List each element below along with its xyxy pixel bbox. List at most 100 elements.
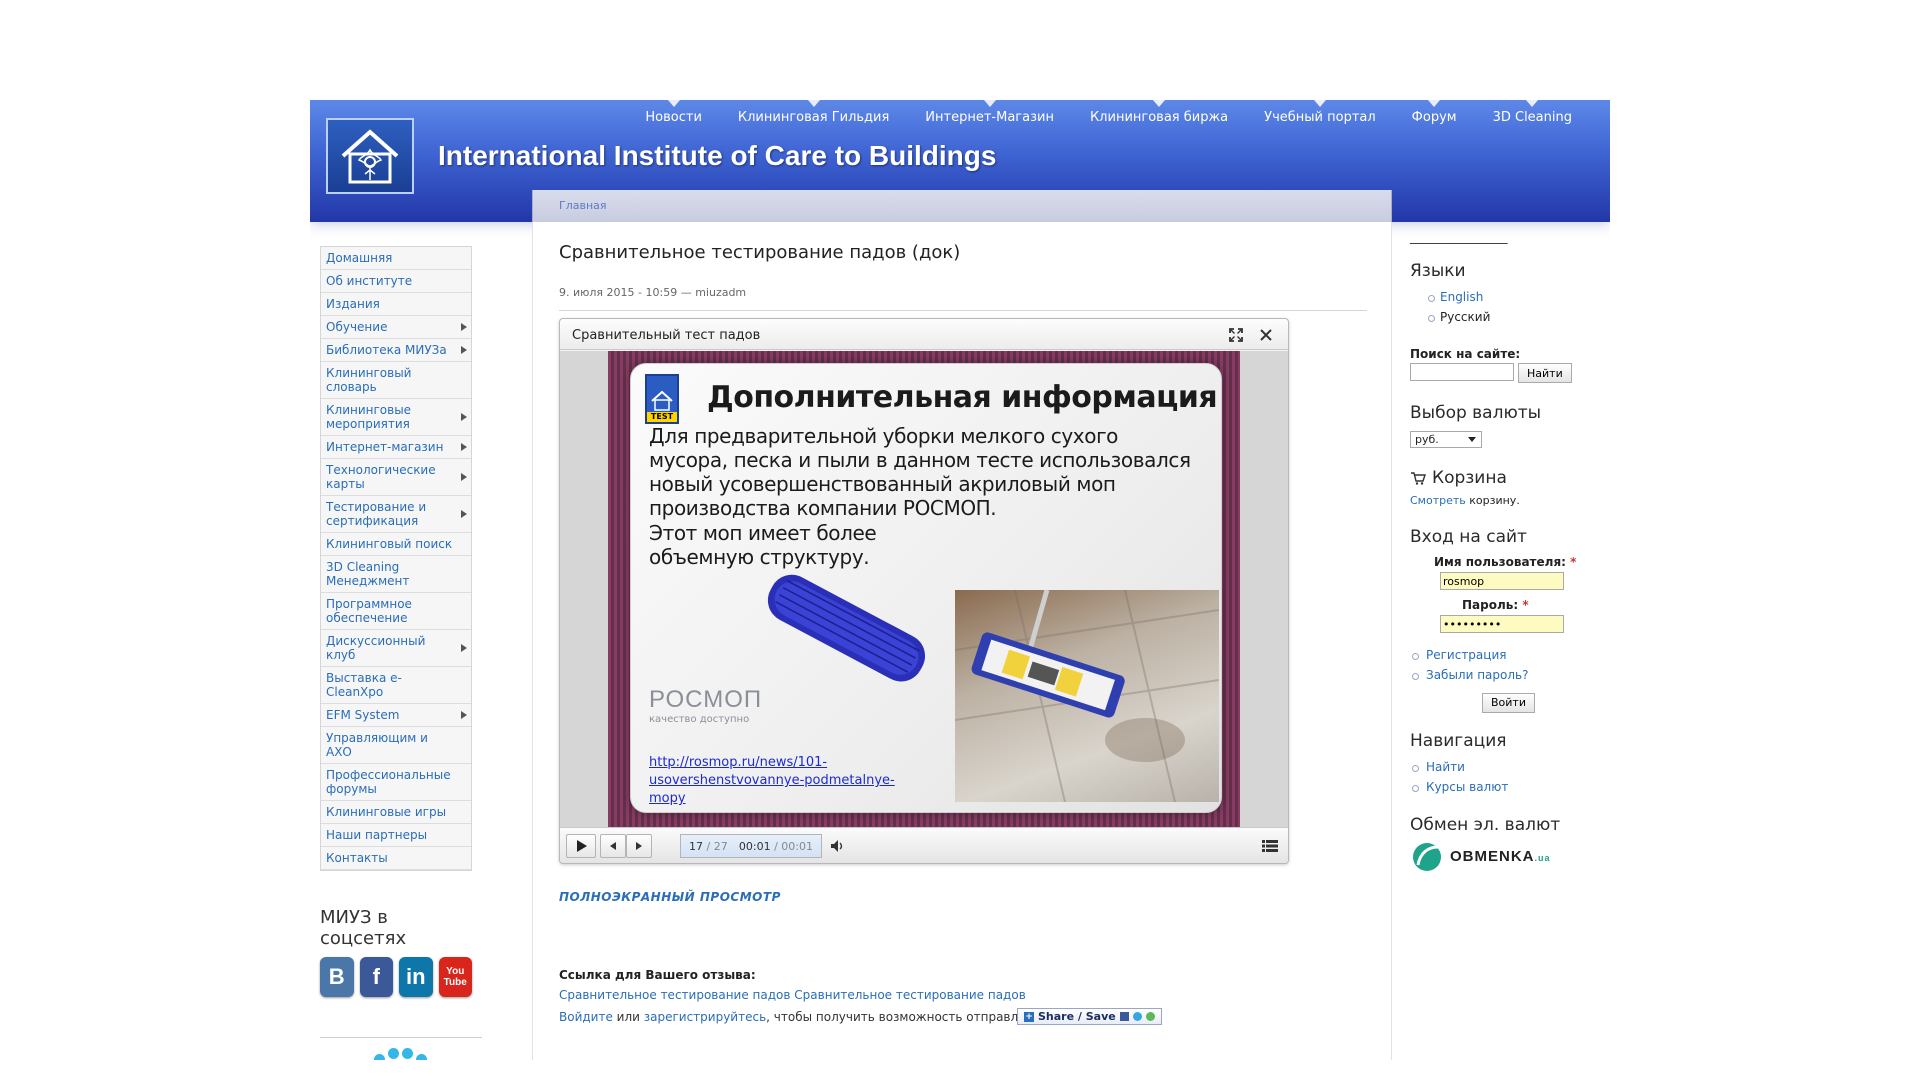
slide-brand: РОСМОП	[649, 686, 763, 713]
login-button[interactable]: Войти	[1482, 692, 1535, 713]
breadcrumb-home[interactable]: Главная	[559, 199, 607, 212]
slide-link-line1[interactable]: http://rosmop.ru/news/101-	[649, 754, 909, 772]
nav-rates-item[interactable]: Курсы валют	[1410, 777, 1610, 797]
currency-select[interactable]: руб.	[1410, 431, 1482, 448]
slide-brand-sub: качество доступно	[649, 714, 750, 725]
search-label: Поиск на сайте:	[1410, 347, 1521, 361]
sidebar-item[interactable]: Домашняя	[321, 247, 471, 270]
sidebar-item[interactable]: Библиотека МИУЗа	[321, 339, 471, 362]
sidebar-item[interactable]: Контакты	[321, 847, 471, 870]
language-russian-label: Русский	[1440, 310, 1491, 324]
linkedin-icon[interactable]: in	[399, 957, 433, 997]
nav-rates-link[interactable]: Курсы валют	[1426, 780, 1508, 794]
sidebar-item[interactable]: Профессиональные форумы	[321, 764, 471, 801]
register-link[interactable]: зарегистрируйтесь	[644, 1010, 766, 1024]
prev-slide-button[interactable]	[600, 834, 626, 858]
forgot-password-link[interactable]: Забыли пароль?	[1426, 668, 1528, 682]
topnav-forum[interactable]: Форум	[1394, 100, 1475, 130]
volume-icon[interactable]	[830, 839, 846, 853]
search-input[interactable]	[1410, 363, 1514, 381]
topnav-shop[interactable]: Интернет-Магазин	[907, 100, 1072, 130]
sidebar-item[interactable]: Программное обеспечение	[321, 593, 471, 630]
sidebar-item-label: Об институте	[326, 274, 413, 288]
cart-view-link[interactable]: Смотреть	[1410, 494, 1466, 507]
topnav-portal[interactable]: Учебный портал	[1246, 100, 1394, 130]
expand-icon[interactable]	[1228, 327, 1244, 343]
topnav-news[interactable]: Новости	[627, 100, 720, 130]
sidebar-item-label: Издания	[326, 297, 380, 311]
sidebar-item[interactable]: Управляющим и АХО	[321, 727, 471, 764]
sidebar-item[interactable]: Выставка e-CleanXpo	[321, 667, 471, 704]
slide-logo-tag: TEST	[647, 412, 677, 422]
left-sidebar: Домашняя Об институте Издания Обучение Библи…	[320, 246, 482, 1060]
search-button[interactable]: Найти	[1518, 363, 1572, 383]
languages-list: English Русский	[1410, 287, 1610, 327]
feedback-links: Сравнительное тестирование падов Сравнит…	[559, 988, 1026, 1002]
sidebar-item[interactable]: Об институте	[321, 270, 471, 293]
chevron-right-icon	[461, 323, 467, 331]
slide-total: / 27	[706, 840, 728, 853]
nav-search-link[interactable]: Найти	[1426, 760, 1465, 774]
vk-icon[interactable]: B	[320, 957, 354, 997]
password-input[interactable]	[1440, 615, 1564, 633]
youtube-icon-glyph: You Tube	[443, 966, 467, 988]
slide-counter: 17 / 27	[689, 840, 728, 853]
login-links: Регистрация Забыли пароль?	[1410, 645, 1610, 685]
sidebar-item-label: 3D Cleaning Менеджмент	[326, 560, 410, 588]
language-english-link[interactable]: English	[1440, 290, 1483, 304]
language-english[interactable]: English	[1410, 287, 1610, 307]
feedback-link[interactable]: Сравнительное тестирование падов	[794, 988, 1025, 1002]
slide-link[interactable]: http://rosmop.ru/news/101- usovershenstv…	[649, 754, 909, 808]
obmenka-banner[interactable]: OBMENKA.ua	[1410, 841, 1610, 873]
sidebar-item[interactable]: Обучение	[321, 316, 471, 339]
slide-text-line: Для предварительной уборки мелкого сухог…	[649, 424, 1119, 448]
register-item[interactable]: Регистрация	[1410, 645, 1610, 665]
feedback-link[interactable]: Сравнительное тестирование падов	[559, 988, 790, 1002]
sidebar-item[interactable]: Технологические карты	[321, 459, 471, 496]
topnav-3d-cleaning[interactable]: 3D Cleaning	[1475, 100, 1590, 130]
next-slide-button[interactable]	[626, 834, 652, 858]
login-link[interactable]: Войдите	[559, 1010, 613, 1024]
site-logo[interactable]	[326, 118, 414, 194]
youtube-icon[interactable]: You Tube	[438, 957, 472, 997]
sidebar-item[interactable]: Клининговый поиск	[321, 533, 471, 556]
sidebar-item[interactable]: 3D Cleaning Менеджмент	[321, 556, 471, 593]
sidebar-item[interactable]: Тестирование и сертификация	[321, 496, 471, 533]
sidebar-item[interactable]: Наши партнеры	[321, 824, 471, 847]
document-viewer: Сравнительный тест падов TEST Дополнител…	[559, 318, 1289, 864]
sidebar-item[interactable]: Интернет-магазин	[321, 436, 471, 459]
chevron-right-icon	[461, 346, 467, 354]
sidebar-item-label: EFM System	[326, 708, 400, 722]
slide-link-line2[interactable]: usovershenstvovannye-podmetalnye-mopy	[649, 772, 909, 808]
share-save-button[interactable]: + Share / Save	[1017, 1008, 1162, 1025]
progress-counter[interactable]: 17 / 27 00:01 / 00:01	[680, 834, 822, 858]
facebook-small-icon	[1119, 1012, 1129, 1021]
top-navigation: Новости Клининговая Гильдия Интернет-Маг…	[627, 100, 1590, 130]
next-icon	[636, 842, 642, 850]
nav-search-item[interactable]: Найти	[1410, 757, 1610, 777]
slide-text-line: мусора, песка и пыли в данном тесте испо…	[649, 448, 1191, 472]
language-russian[interactable]: Русский	[1410, 307, 1610, 327]
play-button[interactable]	[566, 834, 596, 858]
prev-icon	[610, 842, 616, 850]
meta-divider	[559, 310, 1367, 311]
sidebar-item[interactable]: Клининговые мероприятия	[321, 399, 471, 436]
username-input[interactable]	[1440, 572, 1564, 590]
forgot-password-item[interactable]: Забыли пароль?	[1410, 665, 1610, 685]
sidebar-item[interactable]: Клининговый словарь	[321, 362, 471, 399]
sidebar-item[interactable]: EFM System	[321, 704, 471, 727]
password-label-text: Пароль:	[1462, 598, 1519, 612]
facebook-icon[interactable]: f	[359, 957, 393, 997]
sidebar-item[interactable]: Дискуссионный клуб	[321, 630, 471, 667]
topnav-guild[interactable]: Клининговая Гильдия	[720, 100, 907, 130]
site-title[interactable]: International Institute of Care to Build…	[438, 140, 996, 172]
topnav-exchange[interactable]: Клининговая биржа	[1072, 100, 1246, 130]
sidebar-item[interactable]: Издания	[321, 293, 471, 316]
sidebar-item[interactable]: Клининговые игры	[321, 801, 471, 824]
obmenka-brand: OBMENKA.ua	[1450, 848, 1551, 865]
page: International Institute of Care to Build…	[310, 100, 1610, 1060]
close-icon[interactable]	[1258, 327, 1274, 343]
register-link-sidebar[interactable]: Регистрация	[1426, 648, 1506, 662]
fullscreen-link[interactable]: ПОЛНОЭКРАННЫЙ ПРОСМОТР	[559, 890, 781, 904]
menu-icon[interactable]	[1262, 840, 1278, 852]
